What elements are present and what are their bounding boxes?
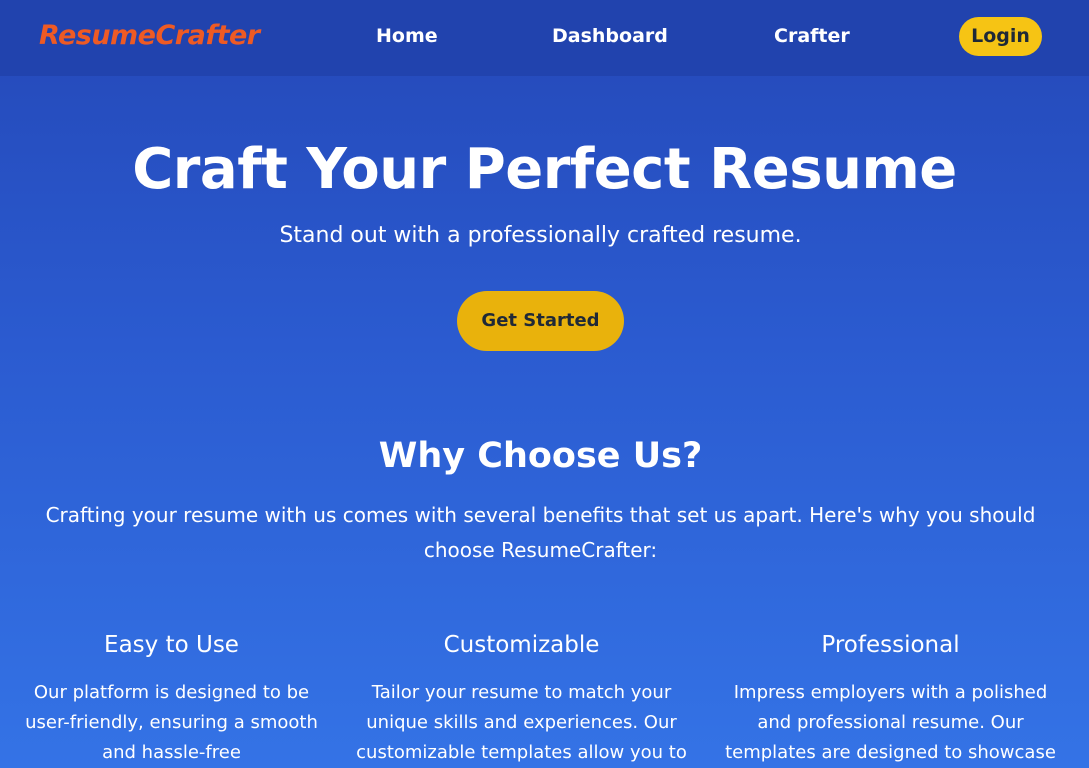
login-button[interactable]: Login (959, 17, 1042, 56)
feature-text: Our platform is designed to be user-frie… (25, 682, 318, 763)
feature-title: Professional (821, 632, 960, 658)
feature-title: Customizable (443, 632, 600, 658)
nav-link-dashboard[interactable]: Dashboard (552, 25, 668, 47)
feature-text: Tailor your resume to match your unique … (356, 682, 687, 763)
nav-link-home[interactable]: Home (376, 25, 438, 47)
hero-title: Craft Your Perfect Resume (132, 137, 957, 202)
brand-logo[interactable]: ResumeCrafter (39, 20, 260, 51)
feature-card-customizable: Customizable Tailor your resume to match… (356, 628, 687, 768)
why-choose-us-description: Crafting your resume with us comes with … (45, 503, 1036, 562)
navbar: ResumeCrafter Home Dashboard Crafter Log… (0, 0, 1089, 76)
feature-title: Easy to Use (104, 632, 239, 658)
hero-subtitle: Stand out with a professionally crafted … (279, 223, 802, 248)
get-started-button[interactable]: Get Started (457, 291, 624, 351)
feature-card-easy-to-use: Easy to Use Our platform is designed to … (20, 628, 323, 768)
why-choose-us-title: Why Choose Us? (378, 436, 703, 476)
nav-link-crafter[interactable]: Crafter (774, 25, 850, 47)
feature-text: Impress employers with a polished and pr… (725, 682, 1056, 763)
feature-card-professional: Professional Impress employers with a po… (723, 628, 1058, 768)
